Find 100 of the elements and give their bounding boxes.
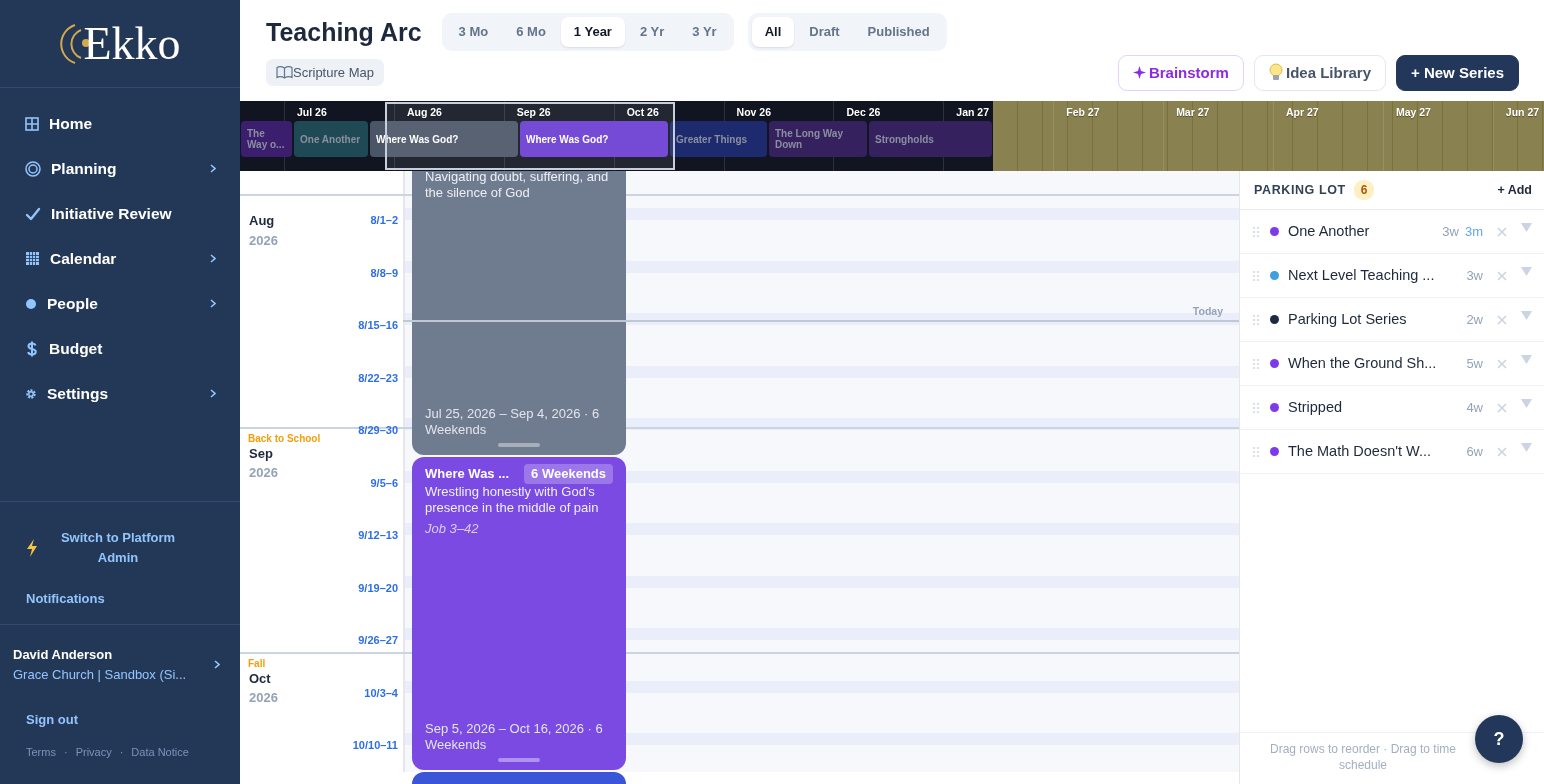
- drag-handle-icon[interactable]: [1253, 270, 1259, 281]
- parking-lot-row[interactable]: When the Ground Sh... 5w: [1240, 342, 1544, 386]
- footer-link[interactable]: Privacy: [75, 743, 112, 760]
- nav-item[interactable]: Budget: [0, 326, 240, 371]
- close-icon[interactable]: [1497, 314, 1507, 325]
- series-name: Stripped: [1288, 397, 1343, 417]
- new-series-button[interactable]: + New Series: [1396, 54, 1519, 91]
- nav-item[interactable]: Home: [0, 101, 240, 146]
- resize-handle[interactable]: [498, 757, 540, 762]
- parking-lot-row[interactable]: Parking Lot Series 2w: [1240, 298, 1544, 342]
- parking-lot-row[interactable]: Stripped 4w: [1240, 386, 1544, 430]
- range-tab[interactable]: 3 Yr: [679, 17, 730, 47]
- series-description: Navigating doubt, suffering, and the silence of God: [425, 171, 610, 201]
- resize-handle[interactable]: [498, 442, 540, 447]
- organization-name: Grace Church | Sandbox (Si...: [13, 665, 188, 684]
- close-icon[interactable]: [1497, 226, 1507, 237]
- duration-label: 3w: [1442, 222, 1459, 241]
- week-label: 9/5–6: [370, 475, 398, 491]
- week-label: 8/22–23: [358, 370, 398, 386]
- drag-handle-icon[interactable]: [1253, 402, 1259, 413]
- page-title: Teaching Arc: [266, 16, 422, 47]
- month-name: Sep: [248, 444, 273, 463]
- switch-admin-link[interactable]: Switch to Platform Admin: [26, 528, 220, 567]
- series-name: One Another: [1288, 221, 1371, 241]
- nav-item[interactable]: Initiative Review: [0, 191, 240, 236]
- week-label: 9/12–13: [358, 528, 398, 543]
- close-icon[interactable]: [1497, 402, 1507, 413]
- today-label: Today: [1192, 304, 1223, 319]
- gear-icon: [25, 387, 37, 400]
- minimap-series-block[interactable]: Strongholds: [869, 121, 992, 157]
- sparkle-icon: [1132, 66, 1146, 80]
- library-button[interactable]: Idea Library: [1253, 54, 1386, 91]
- chevron-icon: [210, 389, 216, 398]
- nav-item[interactable]: Planning: [0, 146, 240, 191]
- check-icon: [25, 206, 41, 221]
- year-label: 2026: [248, 231, 278, 250]
- hint-text: Drag rows to reorder · Drag to time: [1269, 742, 1457, 756]
- week-label: 8/29–30: [358, 423, 398, 438]
- series-name: Next Level Teaching ...: [1288, 265, 1436, 285]
- scripture-map-button[interactable]: Scripture Map: [266, 58, 384, 86]
- separator-dot: ·: [119, 744, 124, 760]
- book-icon: [276, 65, 293, 80]
- footer-link[interactable]: Terms: [26, 743, 56, 760]
- minimap-series-block[interactable]: Where Was God?: [520, 121, 668, 157]
- week-label: 8/8–9: [370, 265, 398, 281]
- logo-text: Ekko: [83, 20, 181, 67]
- grid-icon: [25, 116, 39, 131]
- range-tab[interactable]: 1 Year: [560, 17, 625, 47]
- minimap-series-block[interactable]: The Way o...: [241, 121, 292, 157]
- target-icon: [25, 160, 41, 177]
- range-tab[interactable]: 3 Mo: [445, 17, 502, 47]
- add-button[interactable]: + Add: [1497, 180, 1532, 200]
- season-label: Fall: [248, 657, 266, 669]
- chevron-icon: [210, 299, 216, 308]
- caret-icon[interactable]: [1521, 223, 1532, 232]
- duration-label: 3m: [1464, 222, 1483, 241]
- nav-item[interactable]: Calendar: [0, 236, 240, 281]
- week-label: 8/15–16: [358, 318, 398, 333]
- filter-tab[interactable]: All: [751, 17, 795, 47]
- lightning-icon: [26, 538, 38, 557]
- series-description: Wrestling honestly with God's presence in the middle of pain: [425, 483, 600, 516]
- drag-handle-icon[interactable]: [1253, 446, 1259, 457]
- minimap-series-block[interactable]: Greater Things: [670, 121, 767, 157]
- series-card[interactable]: Navigating doubt, suffering, and the silence of God Jul 25, 2026 – Sep 4, 2026 · 6 Weekends: [412, 171, 626, 455]
- chevron-icon: [210, 254, 216, 263]
- range-tab[interactable]: 6 Mo: [503, 17, 559, 47]
- caret-icon[interactable]: [1521, 311, 1532, 320]
- user-name: David Anderson: [13, 646, 114, 664]
- close-icon[interactable]: [1497, 358, 1507, 369]
- series-card[interactable]: Where Was ... 6 Weekends Wrestling honestly with God's presence in the middle of pain Job 3–42 Sep 5, 2026 – Oct 16, 2026 · 6 Weekends: [412, 456, 626, 770]
- month-name: Aug: [248, 212, 275, 230]
- drag-handle-icon[interactable]: [1253, 314, 1259, 325]
- scripture-reference: Job 3–42: [425, 520, 480, 538]
- duration-label: 3w: [1466, 266, 1483, 285]
- filter-tab[interactable]: Draft: [796, 17, 853, 47]
- parking-lot-row[interactable]: Next Level Teaching ... 3w: [1240, 254, 1544, 298]
- parking-lot-row[interactable]: One Another 3w 3m: [1240, 210, 1544, 254]
- sign-out-link[interactable]: Sign out: [26, 710, 78, 730]
- minimap-series-block[interactable]: The Long Way Down: [769, 121, 867, 157]
- count-badge: 6: [1353, 180, 1375, 200]
- series-name: The Math Doesn't W...: [1288, 441, 1432, 461]
- brainstorm-button[interactable]: Brainstorm: [1117, 54, 1244, 91]
- footer-link[interactable]: Data Notice: [131, 743, 189, 760]
- caret-icon[interactable]: [1521, 355, 1532, 364]
- year-label: 2026: [248, 689, 278, 707]
- caret-icon[interactable]: [1521, 267, 1532, 276]
- caret-icon[interactable]: [1521, 399, 1532, 408]
- range-tab[interactable]: 2 Yr: [626, 17, 678, 47]
- filter-tab[interactable]: Published: [854, 17, 943, 47]
- nav-item[interactable]: Settings: [0, 371, 240, 416]
- close-icon[interactable]: [1497, 446, 1507, 457]
- close-icon[interactable]: [1497, 270, 1507, 281]
- parking-lot-row[interactable]: The Math Doesn't W... 6w: [1240, 430, 1544, 474]
- drag-handle-icon[interactable]: [1253, 226, 1259, 237]
- drag-handle-icon[interactable]: [1253, 358, 1259, 369]
- caret-icon[interactable]: [1521, 443, 1532, 452]
- notifications-link[interactable]: Notifications: [26, 589, 105, 609]
- nav-item[interactable]: People: [0, 281, 240, 326]
- series-name: When the Ground Sh...: [1288, 353, 1438, 373]
- person-icon: [25, 296, 37, 311]
